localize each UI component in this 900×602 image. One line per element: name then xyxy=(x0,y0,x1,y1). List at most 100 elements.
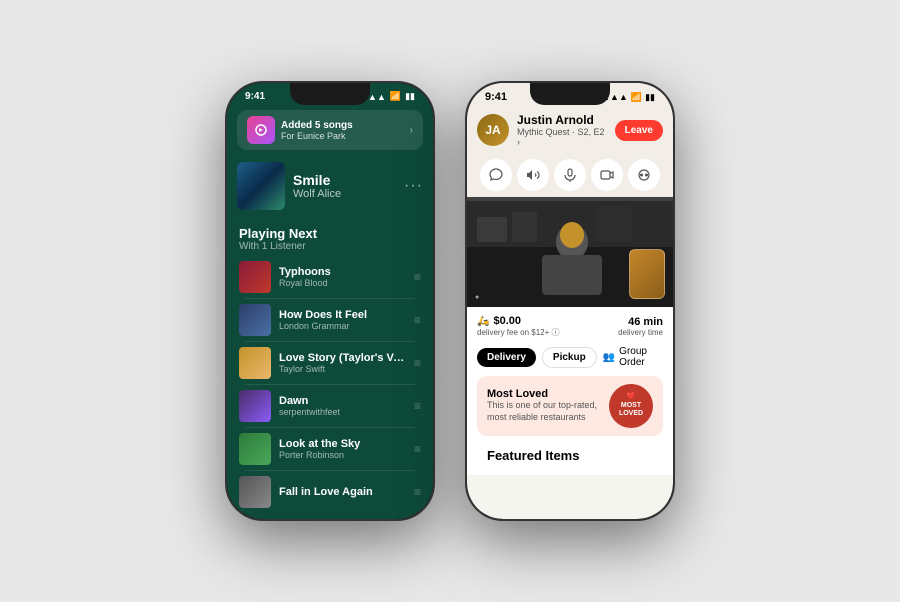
music-phone: 9:41 ▲▲▲ 📶 ▮▮ Added 5 songs For Eunice P… xyxy=(225,81,435,521)
track-title-lovestory: Love Story (Taylor's Version) xyxy=(279,352,406,364)
group-order-button[interactable]: 👥 Group Order xyxy=(603,346,663,368)
pip-video xyxy=(629,249,665,299)
delivery-time: 46 min xyxy=(618,316,663,328)
facetime-header: JA Justin Arnold Mythic Quest · S2, E2 ›… xyxy=(467,107,673,153)
leave-button[interactable]: Leave xyxy=(615,120,663,141)
track-title-sky: Look at the Sky xyxy=(279,438,406,450)
track-artist-sky: Porter Robinson xyxy=(279,450,406,460)
show-info[interactable]: Mythic Quest · S2, E2 › xyxy=(517,127,607,147)
track-title-fall: Fall in Love Again xyxy=(279,486,406,498)
track-info: Dawn serpentwithfeet xyxy=(279,395,406,417)
drag-handle-icon[interactable]: ≡ xyxy=(414,399,421,413)
track-artwork-lovestory xyxy=(239,347,271,379)
track-title-typhoons: Typhoons xyxy=(279,266,406,278)
track-info: Fall in Love Again xyxy=(279,486,406,498)
shareplay-button[interactable] xyxy=(628,159,660,191)
notch-right xyxy=(530,83,610,105)
track-item[interactable]: How Does It Feel London Grammar ≡ xyxy=(233,299,427,341)
most-loved-desc: This is one of our top-rated, most relia… xyxy=(487,400,609,423)
more-button[interactable]: ··· xyxy=(404,177,423,195)
featured-items-title: Featured Items xyxy=(477,444,663,467)
shareplay-banner[interactable]: Added 5 songs For Eunice Park › xyxy=(237,110,423,150)
doordash-section: 🛵 $0.00 delivery fee on $12+ ⓘ 46 min de… xyxy=(467,307,673,475)
drag-handle-icon[interactable]: ≡ xyxy=(414,442,421,456)
track-list: Typhoons Royal Blood ≡ How Does It Feel … xyxy=(227,256,433,513)
track-info: Love Story (Taylor's Version) Taylor Swi… xyxy=(279,352,406,374)
track-artist-typhoons: Royal Blood xyxy=(279,278,406,288)
video-label: ● xyxy=(475,294,479,301)
most-loved-title: Most Loved xyxy=(487,388,609,400)
current-track-title: Smile xyxy=(293,172,396,188)
track-item[interactable]: Look at the Sky Porter Robinson ≡ xyxy=(233,428,427,470)
playing-next-title: Playing Next xyxy=(239,226,421,241)
most-loved-badge: ❤️MOSTLOVED xyxy=(609,384,653,428)
delivery-tab[interactable]: Delivery xyxy=(477,348,536,367)
group-icon: 👥 xyxy=(603,352,615,363)
track-title-dawn: Dawn xyxy=(279,395,406,407)
facetime-phone: 9:41 ▲▲▲ 📶 ▮▮ JA Justin Arnold Mythic Qu… xyxy=(465,81,675,521)
facetime-status-time: 9:41 xyxy=(485,91,507,103)
track-artwork-sky xyxy=(239,433,271,465)
group-order-label: Group Order xyxy=(619,346,663,368)
drag-handle-icon[interactable]: ≡ xyxy=(414,485,421,499)
video-main: ● xyxy=(467,197,673,307)
track-title-howdoes: How Does It Feel xyxy=(279,309,406,321)
track-info: Typhoons Royal Blood xyxy=(279,266,406,288)
track-artwork-typhoons xyxy=(239,261,271,293)
progress-dot xyxy=(299,519,307,520)
drag-handle-icon[interactable]: ≡ xyxy=(414,356,421,370)
facetime-controls xyxy=(467,153,673,197)
volume-button[interactable] xyxy=(517,159,549,191)
caller-info: Justin Arnold Mythic Quest · S2, E2 › xyxy=(517,113,607,147)
delivery-fee-label: delivery fee on $12+ ⓘ xyxy=(477,327,560,338)
drag-handle-icon[interactable]: ≡ xyxy=(414,270,421,284)
track-artwork-fall xyxy=(239,476,271,508)
delivery-info-row: 🛵 $0.00 delivery fee on $12+ ⓘ 46 min de… xyxy=(477,315,663,338)
wifi-icon: 📶 xyxy=(390,91,401,102)
most-loved-badge-text: ❤️MOSTLOVED xyxy=(619,393,643,418)
playing-next-header: Playing Next With 1 Listener xyxy=(227,218,433,256)
ft-battery-icon: ▮▮ xyxy=(645,92,655,103)
shareplay-banner-left: Added 5 songs For Eunice Park xyxy=(247,116,353,144)
track-artist-howdoes: London Grammar xyxy=(279,321,406,331)
mic-button[interactable] xyxy=(554,159,586,191)
delivery-time-label: delivery time xyxy=(618,328,663,337)
track-artwork-dawn xyxy=(239,390,271,422)
caller-name: Justin Arnold xyxy=(517,113,607,127)
order-type-selector: Delivery Pickup 👥 Group Order xyxy=(477,346,663,368)
track-item[interactable]: Dawn serpentwithfeet ≡ xyxy=(233,385,427,427)
progress-section: 1:17 -2:00 xyxy=(227,513,433,519)
message-button[interactable] xyxy=(480,159,512,191)
track-artist-lovestory: Taylor Swift xyxy=(279,364,406,374)
shareplay-icon xyxy=(247,116,275,144)
most-loved-card: Most Loved This is one of our top-rated,… xyxy=(477,376,663,436)
track-info: Look at the Sky Porter Robinson xyxy=(279,438,406,460)
track-item[interactable]: Typhoons Royal Blood ≡ xyxy=(233,256,427,298)
track-info: How Does It Feel London Grammar xyxy=(279,309,406,331)
playing-next-sub: With 1 Listener xyxy=(239,241,421,252)
current-artwork xyxy=(237,162,285,210)
track-item[interactable]: Love Story (Taylor's Version) Taylor Swi… xyxy=(233,342,427,384)
ft-wifi-icon: 📶 xyxy=(631,92,642,103)
delivery-fee: $0.00 xyxy=(493,315,521,327)
shareplay-subtitle: For Eunice Park xyxy=(281,131,353,141)
notch-left xyxy=(290,83,370,105)
pickup-tab[interactable]: Pickup xyxy=(542,347,597,368)
track-artwork-howdoes xyxy=(239,304,271,336)
track-item[interactable]: Fall in Love Again ≡ xyxy=(233,471,427,513)
music-status-time: 9:41 xyxy=(245,91,265,102)
doordash-icon: 🛵 xyxy=(477,316,489,327)
drag-handle-icon[interactable]: ≡ xyxy=(414,313,421,327)
delivery-time-info: 46 min delivery time xyxy=(618,316,663,337)
current-track-info: Smile Wolf Alice xyxy=(293,172,396,200)
video-area: ● xyxy=(467,197,673,307)
track-artist-dawn: serpentwithfeet xyxy=(279,407,406,417)
caller-avatar: JA xyxy=(477,114,509,146)
current-track-artist: Wolf Alice xyxy=(293,188,396,200)
most-loved-text: Most Loved This is one of our top-rated,… xyxy=(487,388,609,423)
shareplay-text: Added 5 songs For Eunice Park xyxy=(281,120,353,141)
delivery-fee-info: 🛵 $0.00 delivery fee on $12+ ⓘ xyxy=(477,315,560,338)
current-track: Smile Wolf Alice ··· xyxy=(227,154,433,218)
battery-icon: ▮▮ xyxy=(405,91,415,102)
camera-button[interactable] xyxy=(591,159,623,191)
